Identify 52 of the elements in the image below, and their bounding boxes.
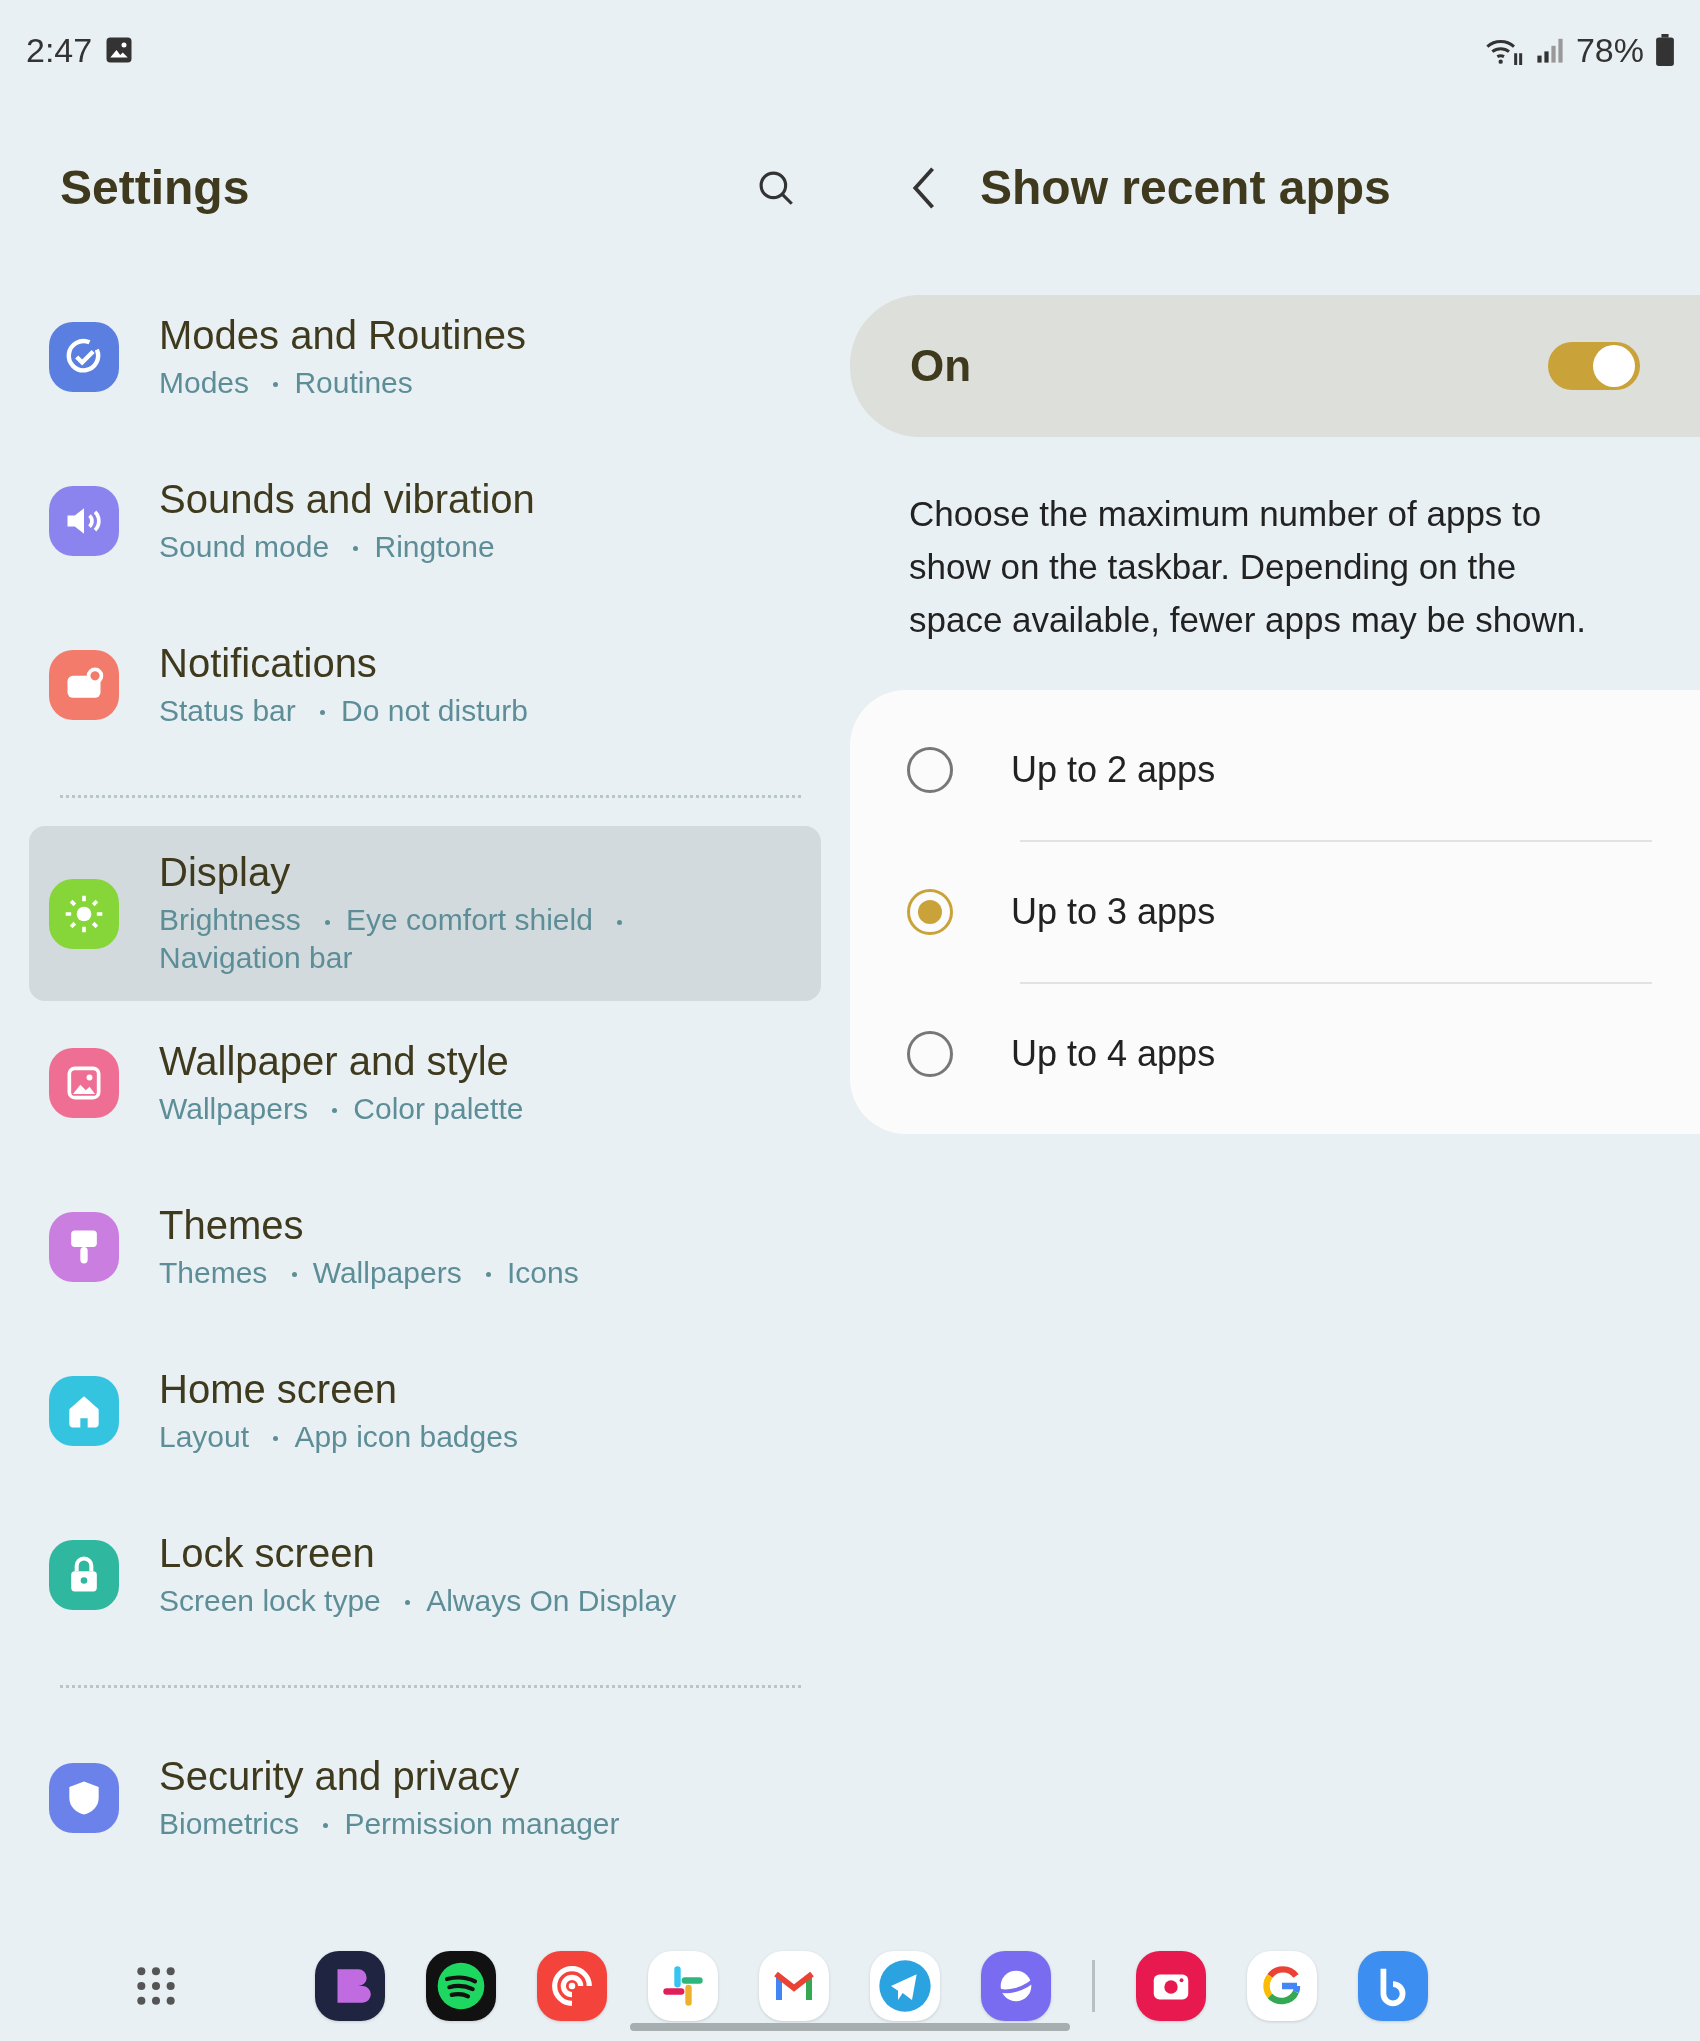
option-label[interactable]: Up to 4 apps xyxy=(1011,1033,1216,1075)
radio-button[interactable] xyxy=(907,747,953,793)
item-subtitle: Screen lock type Always On Display xyxy=(159,1582,677,1619)
item-title: Wallpaper and style xyxy=(159,1038,510,1084)
battery-icon xyxy=(1656,34,1674,66)
description-text: Choose the maximum number of apps to show on the taskbar. Depending on the space available, fewer apps may be shown. xyxy=(908,493,1588,641)
chat-app-icon[interactable] xyxy=(648,1950,718,2021)
camera-app-icon[interactable] xyxy=(1136,1950,1206,2021)
settings-item[interactable]: Display Brightness Eye comfort shield Navigation bar xyxy=(29,826,821,1001)
music-app-icon[interactable] xyxy=(426,1950,496,2021)
toggle-switch[interactable] xyxy=(1548,342,1640,390)
item-subtitle: Modes Routines xyxy=(159,364,414,401)
settings-item[interactable]: Themes Themes Wallpapers Icons xyxy=(29,1165,821,1329)
item-title: Lock screen xyxy=(159,1530,376,1576)
paper-plane-icon[interactable] xyxy=(870,1950,940,2021)
mail-app-icon[interactable] xyxy=(759,1950,829,2021)
settings-item[interactable]: Sounds and vibration Sound mode Ringtone xyxy=(29,439,821,603)
google-icon[interactable] xyxy=(1247,1950,1317,2021)
item-subtitle: Wallpapers Color palette xyxy=(159,1090,524,1127)
item-title: Modes and Routines xyxy=(159,312,526,358)
item-title: Display xyxy=(159,850,292,895)
item-title: Sounds and vibration xyxy=(159,476,535,522)
battery-percentage: 78% xyxy=(1575,30,1644,70)
settings-item[interactable]: Lock screen Screen lock type Always On Display xyxy=(29,1493,821,1657)
item-subtitle: Sound mode Ringtone xyxy=(159,528,496,565)
item-subtitle: Themes Wallpapers Icons xyxy=(159,1254,579,1291)
app-icon[interactable] xyxy=(315,1950,385,2021)
item-title: Security and privacy xyxy=(159,1753,521,1799)
settings-item[interactable]: Notifications Status bar Do not disturb xyxy=(29,603,821,767)
settings-item[interactable]: Security and privacy Biometrics Permission manager xyxy=(29,1716,821,1880)
radio-button[interactable] xyxy=(907,1031,953,1077)
option-label[interactable]: Up to 2 apps xyxy=(1011,749,1216,791)
assistant-app-icon[interactable] xyxy=(1358,1950,1428,2021)
item-subtitle: Biometrics Permission manager xyxy=(159,1805,620,1842)
page-title: Show recent apps xyxy=(980,160,1391,215)
item-title: Themes xyxy=(159,1202,305,1248)
podcast-app-icon[interactable] xyxy=(537,1950,607,2021)
item-title: Notifications xyxy=(159,640,378,686)
option-label[interactable]: Up to 3 apps xyxy=(1011,891,1216,933)
settings-item[interactable]: Home screen Layout App icon badges xyxy=(29,1329,821,1493)
toggle-label: On xyxy=(910,341,972,391)
item-subtitle: Layout App icon badges xyxy=(159,1418,518,1455)
item-subtitle: Status bar Do not disturb xyxy=(159,692,528,729)
item-title: Home screen xyxy=(159,1366,398,1412)
clock-time: 2:47 xyxy=(26,30,93,70)
settings-item[interactable]: Wallpaper and style Wallpapers Color palette xyxy=(29,1001,821,1165)
settings-item[interactable]: Modes and Routines Modes Routines xyxy=(29,275,821,439)
planet-icon[interactable] xyxy=(981,1950,1051,2021)
radio-button[interactable] xyxy=(907,889,953,935)
image-icon xyxy=(104,35,135,65)
item-subtitle: Brightness Eye comfort shield Navigation bar xyxy=(159,901,679,977)
page-title: Settings xyxy=(60,160,250,215)
